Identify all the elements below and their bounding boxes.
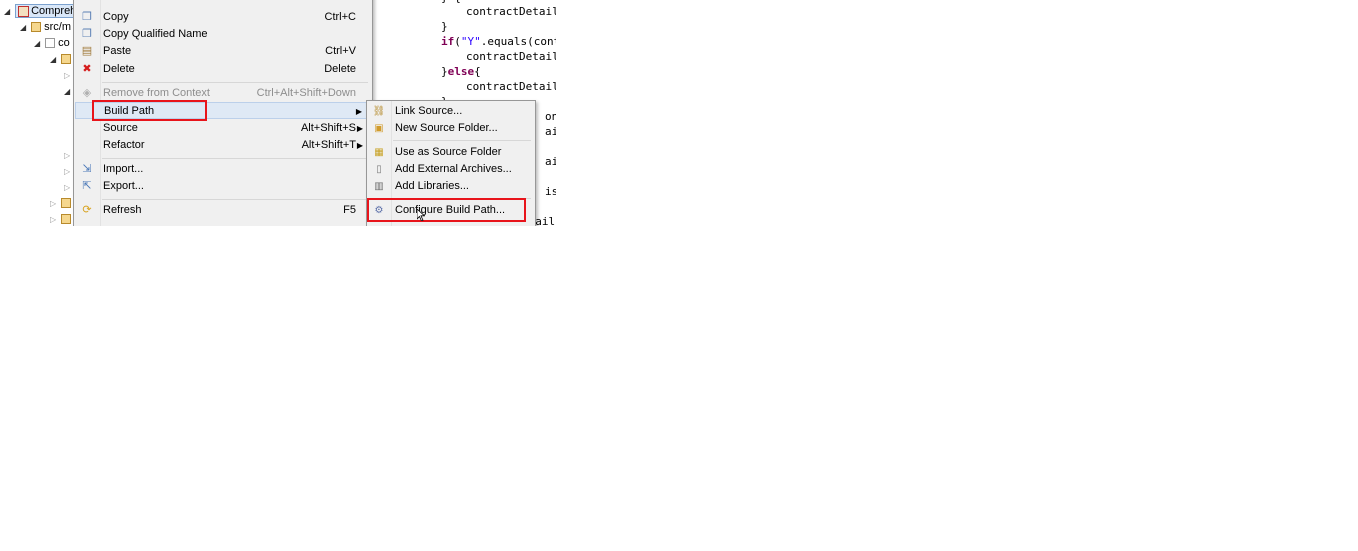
code-text: ail: [545, 155, 556, 168]
submenu-item-configure-build-path[interactable]: ⚙ Configure Build Path...: [368, 202, 534, 219]
submenu-item-add-libraries[interactable]: ▥ Add Libraries...: [368, 178, 534, 195]
code-text: ist: [545, 185, 556, 198]
expanded-arrow-icon[interactable]: ◢: [64, 84, 72, 100]
submenu-arrow-icon: ▶: [356, 124, 363, 133]
expanded-arrow-icon[interactable]: ◢: [50, 52, 58, 68]
collapsed-arrow-icon[interactable]: ▷: [64, 164, 72, 180]
code-text: }: [441, 20, 448, 33]
tree-row-child[interactable]: ▷: [64, 179, 72, 195]
expanded-arrow-icon[interactable]: ◢: [20, 20, 28, 36]
code-text: (: [454, 35, 461, 48]
menu-item-refresh[interactable]: ⟳ Refresh F5: [75, 202, 371, 219]
copy-icon: ❐: [82, 11, 92, 23]
collapsed-arrow-icon[interactable]: ▷: [50, 196, 58, 212]
package-icon: [61, 54, 72, 65]
menu-separator: [102, 158, 368, 159]
package-icon: [61, 198, 72, 209]
submenu-item-add-external-archives[interactable]: ▯ Add External Archives...: [368, 161, 534, 178]
remove-from-context-icon: ◈: [82, 87, 92, 99]
menu-item-paste[interactable]: ▤ Paste Ctrl+V: [75, 43, 371, 60]
code-text: contractDetail: [466, 5, 556, 18]
code-line: if("Y".equals(cont: [441, 34, 556, 49]
code-text: contractDetail: [466, 50, 556, 63]
code-text: contractDetail: [466, 80, 556, 93]
package-icon: [45, 38, 56, 49]
add-external-archives-icon: ▯: [376, 164, 382, 175]
delete-icon: ✖: [82, 63, 92, 75]
submenu-arrow-icon: ▶: [355, 107, 362, 116]
code-line: ail: [545, 124, 556, 139]
project-explorer-tree: ◢ Compreh ◢ src/m ◢ co ◢ ▷ ◢ ▷ ▷ ▷ ▷ ▷: [0, 0, 80, 226]
submenu-item-link-source[interactable]: ⛓ Link Source...: [368, 103, 534, 120]
menu-item-import[interactable]: ⇲ Import...: [75, 161, 371, 178]
code-line: } {: [441, 0, 461, 5]
submenu-item-use-as-source-folder[interactable]: ▦ Use as Source Folder: [368, 144, 534, 161]
menu-item-delete[interactable]: ✖ Delete Delete: [75, 61, 371, 78]
copy-qualified-name-icon: ❐: [82, 28, 92, 40]
code-line: contractDetail: [466, 79, 556, 94]
code-text: ail: [545, 125, 556, 138]
paste-icon: ▤: [81, 45, 93, 57]
package-icon: [61, 214, 72, 225]
link-source-icon: ⛓: [372, 106, 386, 117]
import-icon: ⇲: [82, 163, 92, 175]
collapsed-arrow-icon[interactable]: ▷: [50, 212, 58, 226]
code-line: ont: [545, 109, 556, 124]
menu-item-remove-from-context: ◈ Remove from Context Ctrl+Alt+Shift+Dow…: [75, 85, 371, 102]
code-text: }: [441, 65, 448, 78]
tree-row-package[interactable]: ▷: [50, 211, 72, 226]
source-folder-icon: [31, 22, 42, 33]
code-line: }: [441, 19, 448, 34]
tree-row-child[interactable]: ▷: [64, 163, 72, 179]
menu-item-export[interactable]: ⇱ Export...: [75, 178, 371, 195]
code-line: ail: [545, 154, 556, 169]
tree-row-child[interactable]: ▷: [64, 67, 72, 83]
code-text: .equals(cont: [480, 35, 556, 48]
menu-item-copy-qualified-name[interactable]: ❐ Copy Qualified Name: [75, 26, 371, 43]
code-keyword: else: [447, 65, 475, 78]
export-icon: ⇱: [82, 180, 92, 192]
tree-row-child[interactable]: ◢: [64, 83, 72, 99]
tree-row-project[interactable]: ◢ Compreh: [4, 3, 80, 20]
tree-row-subpackage[interactable]: ◢: [50, 51, 72, 68]
screenshot-crop: ◢ Compreh ◢ src/m ◢ co ◢ ▷ ◢ ▷ ▷ ▷ ▷ ▷ c…: [0, 0, 556, 226]
add-libraries-icon: ▥: [374, 181, 384, 192]
submenu-separator: [393, 140, 531, 141]
menu-item-source[interactable]: Source Alt+Shift+S ▶: [75, 120, 371, 137]
submenu-item-new-source-folder[interactable]: ▣ New Source Folder...: [368, 120, 534, 137]
tree-row-child[interactable]: ▷: [64, 147, 72, 163]
menu-item-copy[interactable]: ❐ Copy Ctrl+C: [75, 9, 371, 26]
submenu-separator: [393, 198, 531, 199]
context-menu: ❐ Copy Ctrl+C ❐ Copy Qualified Name ▤ Pa…: [73, 0, 373, 226]
menu-separator: [102, 199, 368, 200]
code-line: }else{: [441, 64, 481, 79]
code-line: ist: [545, 184, 556, 199]
code-line: contractDetail: [466, 4, 556, 19]
expanded-arrow-icon[interactable]: ◢: [4, 4, 12, 20]
tree-row-package[interactable]: ▷: [50, 195, 72, 212]
menu-separator: [102, 82, 368, 83]
project-node[interactable]: Compreh: [15, 4, 80, 18]
refresh-icon: ⟳: [82, 204, 92, 216]
expanded-arrow-icon[interactable]: ◢: [34, 36, 42, 52]
code-string: "Y": [460, 35, 481, 48]
collapsed-arrow-icon[interactable]: ▷: [64, 68, 72, 84]
mouse-cursor-icon: [417, 209, 425, 221]
menu-item-refactor[interactable]: Refactor Alt+Shift+T ▶: [75, 137, 371, 154]
submenu-arrow-icon: ▶: [356, 141, 363, 150]
code-text: ont: [545, 110, 556, 123]
configure-build-path-icon: ⚙: [374, 205, 384, 216]
new-source-folder-icon: ▣: [374, 123, 384, 134]
use-as-source-folder-icon: ▦: [374, 147, 384, 158]
code-text: {: [474, 65, 481, 78]
tree-row-package[interactable]: ◢ co: [34, 35, 70, 51]
menu-item-build-path[interactable]: Build Path ▶: [75, 102, 371, 119]
collapsed-arrow-icon[interactable]: ▷: [64, 180, 72, 196]
tree-row-src-folder[interactable]: ◢ src/m: [20, 19, 71, 35]
code-line: contractDetail: [466, 49, 556, 64]
code-keyword: if: [441, 35, 455, 48]
collapsed-arrow-icon[interactable]: ▷: [64, 148, 72, 164]
build-path-submenu: ⛓ Link Source... ▣ New Source Folder... …: [366, 100, 536, 226]
java-project-icon: [18, 5, 30, 17]
